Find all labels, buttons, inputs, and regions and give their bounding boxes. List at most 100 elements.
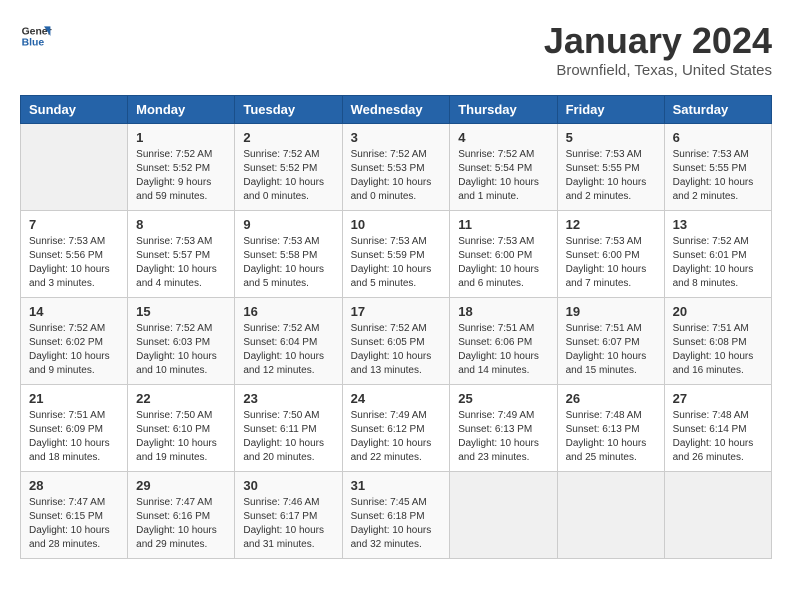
day-number: 4	[458, 130, 548, 145]
calendar-cell: 18 Sunrise: 7:51 AMSunset: 6:06 PMDayligh…	[450, 298, 557, 385]
day-number: 9	[243, 217, 333, 232]
day-info: Sunrise: 7:46 AMSunset: 6:17 PMDaylight:…	[243, 496, 333, 552]
day-number: 19	[566, 304, 656, 319]
calendar-cell: 16 Sunrise: 7:52 AMSunset: 6:04 PMDayligh…	[235, 298, 342, 385]
calendar-cell: 5 Sunrise: 7:53 AMSunset: 5:55 PMDaylight…	[557, 124, 664, 211]
day-number: 27	[673, 391, 763, 406]
day-info: Sunrise: 7:53 AMSunset: 5:59 PMDaylight:…	[351, 235, 442, 291]
calendar-cell: 11 Sunrise: 7:53 AMSunset: 6:00 PMDayligh…	[450, 211, 557, 298]
day-info: Sunrise: 7:50 AMSunset: 6:10 PMDaylight:…	[136, 409, 226, 465]
weekday-header: Sunday	[21, 96, 128, 124]
day-number: 31	[351, 478, 442, 493]
calendar-cell: 17Sunrise: 7:52 AMSunset: 6:05 PMDayligh…	[342, 298, 450, 385]
day-info: Sunrise: 7:52 AMSunset: 6:04 PMDaylight:…	[243, 322, 333, 378]
day-number: 8	[136, 217, 226, 232]
day-info: Sunrise: 7:53 AMSunset: 5:58 PMDaylight:…	[243, 235, 333, 291]
day-info: Sunrise: 7:52 AMSunset: 5:52 PMDaylight:…	[243, 148, 333, 204]
calendar-cell	[21, 124, 128, 211]
day-number: 12	[566, 217, 656, 232]
calendar-cell: 12Sunrise: 7:53 AMSunset: 6:00 PMDayligh…	[557, 211, 664, 298]
day-number: 22	[136, 391, 226, 406]
calendar-cell: 19Sunrise: 7:51 AMSunset: 6:07 PMDayligh…	[557, 298, 664, 385]
day-info: Sunrise: 7:51 AMSunset: 6:08 PMDaylight:…	[673, 322, 763, 378]
calendar-cell: 13Sunrise: 7:52 AMSunset: 6:01 PMDayligh…	[664, 211, 771, 298]
day-info: Sunrise: 7:53 AMSunset: 5:55 PMDaylight:…	[566, 148, 656, 204]
day-number: 5	[566, 130, 656, 145]
svg-text:Blue: Blue	[22, 38, 45, 49]
calendar-table: SundayMondayTuesdayWednesdayThursdayFrid…	[20, 95, 772, 559]
calendar-week-row: 14 Sunrise: 7:52 AMSunset: 6:02 PMDayligh…	[21, 298, 772, 385]
calendar-week-row: 1 Sunrise: 7:52 AMSunset: 5:52 PMDaylight…	[21, 124, 772, 211]
calendar-cell	[450, 472, 557, 559]
day-number: 20	[673, 304, 763, 319]
day-number: 28	[29, 478, 119, 493]
day-number: 2	[243, 130, 333, 145]
day-number: 7	[29, 217, 119, 232]
calendar-cell: 14 Sunrise: 7:52 AMSunset: 6:02 PMDayligh…	[21, 298, 128, 385]
calendar-cell: 25 Sunrise: 7:49 AMSunset: 6:13 PMDayligh…	[450, 385, 557, 472]
weekday-header-row: SundayMondayTuesdayWednesdayThursdayFrid…	[21, 96, 772, 124]
calendar-cell: 22 Sunrise: 7:50 AMSunset: 6:10 PMDayligh…	[128, 385, 235, 472]
day-info: Sunrise: 7:52 AMSunset: 5:53 PMDaylight:…	[351, 148, 442, 204]
calendar-cell: 4 Sunrise: 7:52 AMSunset: 5:54 PMDaylight…	[450, 124, 557, 211]
day-number: 21	[29, 391, 119, 406]
day-number: 23	[243, 391, 333, 406]
day-info: Sunrise: 7:49 AMSunset: 6:13 PMDaylight:…	[458, 409, 548, 465]
day-info: Sunrise: 7:45 AMSunset: 6:18 PMDaylight:…	[351, 496, 442, 552]
day-number: 6	[673, 130, 763, 145]
weekday-header: Monday	[128, 96, 235, 124]
day-info: Sunrise: 7:53 AMSunset: 5:55 PMDaylight:…	[673, 148, 763, 204]
day-info: Sunrise: 7:51 AMSunset: 6:09 PMDaylight:…	[29, 409, 119, 465]
calendar-week-row: 28 Sunrise: 7:47 AMSunset: 6:15 PMDayligh…	[21, 472, 772, 559]
day-number: 30	[243, 478, 333, 493]
day-number: 3	[351, 130, 442, 145]
day-info: Sunrise: 7:49 AMSunset: 6:12 PMDaylight:…	[351, 409, 442, 465]
day-info: Sunrise: 7:53 AMSunset: 5:56 PMDaylight:…	[29, 235, 119, 291]
calendar-cell: 15Sunrise: 7:52 AMSunset: 6:03 PMDayligh…	[128, 298, 235, 385]
calendar-subtitle: Brownfield, Texas, United States	[544, 62, 772, 79]
weekday-header: Tuesday	[235, 96, 342, 124]
calendar-cell	[557, 472, 664, 559]
weekday-header: Thursday	[450, 96, 557, 124]
day-info: Sunrise: 7:52 AMSunset: 6:03 PMDaylight:…	[136, 322, 226, 378]
day-info: Sunrise: 7:52 AMSunset: 6:01 PMDaylight:…	[673, 235, 763, 291]
day-info: Sunrise: 7:52 AMSunset: 6:05 PMDaylight:…	[351, 322, 442, 378]
calendar-cell: 30 Sunrise: 7:46 AMSunset: 6:17 PMDayligh…	[235, 472, 342, 559]
calendar-cell: 7 Sunrise: 7:53 AMSunset: 5:56 PMDaylight…	[21, 211, 128, 298]
day-number: 10	[351, 217, 442, 232]
calendar-cell: 31 Sunrise: 7:45 AMSunset: 6:18 PMDayligh…	[342, 472, 450, 559]
calendar-cell: 10 Sunrise: 7:53 AMSunset: 5:59 PMDayligh…	[342, 211, 450, 298]
day-number: 11	[458, 217, 548, 232]
day-number: 25	[458, 391, 548, 406]
calendar-cell: 28 Sunrise: 7:47 AMSunset: 6:15 PMDayligh…	[21, 472, 128, 559]
day-info: Sunrise: 7:52 AMSunset: 6:02 PMDaylight:…	[29, 322, 119, 378]
calendar-cell: 1 Sunrise: 7:52 AMSunset: 5:52 PMDaylight…	[128, 124, 235, 211]
day-info: Sunrise: 7:53 AMSunset: 5:57 PMDaylight:…	[136, 235, 226, 291]
calendar-cell: 8 Sunrise: 7:53 AMSunset: 5:57 PMDaylight…	[128, 211, 235, 298]
day-info: Sunrise: 7:51 AMSunset: 6:06 PMDaylight:…	[458, 322, 548, 378]
calendar-cell: 29 Sunrise: 7:47 AMSunset: 6:16 PMDayligh…	[128, 472, 235, 559]
calendar-cell	[664, 472, 771, 559]
day-number: 14	[29, 304, 119, 319]
day-info: Sunrise: 7:47 AMSunset: 6:16 PMDaylight:…	[136, 496, 226, 552]
day-number: 18	[458, 304, 548, 319]
calendar-cell: 27Sunrise: 7:48 AMSunset: 6:14 PMDayligh…	[664, 385, 771, 472]
day-number: 16	[243, 304, 333, 319]
weekday-header: Friday	[557, 96, 664, 124]
day-info: Sunrise: 7:52 AMSunset: 5:52 PMDaylight:…	[136, 148, 226, 204]
calendar-cell: 3 Sunrise: 7:52 AMSunset: 5:53 PMDaylight…	[342, 124, 450, 211]
calendar-cell: 9 Sunrise: 7:53 AMSunset: 5:58 PMDaylight…	[235, 211, 342, 298]
day-number: 29	[136, 478, 226, 493]
calendar-cell: 24Sunrise: 7:49 AMSunset: 6:12 PMDayligh…	[342, 385, 450, 472]
calendar-cell: 20 Sunrise: 7:51 AMSunset: 6:08 PMDayligh…	[664, 298, 771, 385]
page-header: General Blue January 2024 Brownfield, Te…	[20, 20, 772, 79]
title-section: January 2024 Brownfield, Texas, United S…	[544, 20, 772, 79]
calendar-cell: 6 Sunrise: 7:53 AMSunset: 5:55 PMDaylight…	[664, 124, 771, 211]
calendar-cell: 21 Sunrise: 7:51 AMSunset: 6:09 PMDayligh…	[21, 385, 128, 472]
day-number: 1	[136, 130, 226, 145]
day-info: Sunrise: 7:47 AMSunset: 6:15 PMDaylight:…	[29, 496, 119, 552]
day-info: Sunrise: 7:52 AMSunset: 5:54 PMDaylight:…	[458, 148, 548, 204]
calendar-week-row: 21 Sunrise: 7:51 AMSunset: 6:09 PMDayligh…	[21, 385, 772, 472]
day-info: Sunrise: 7:53 AMSunset: 6:00 PMDaylight:…	[458, 235, 548, 291]
logo: General Blue	[20, 20, 52, 52]
